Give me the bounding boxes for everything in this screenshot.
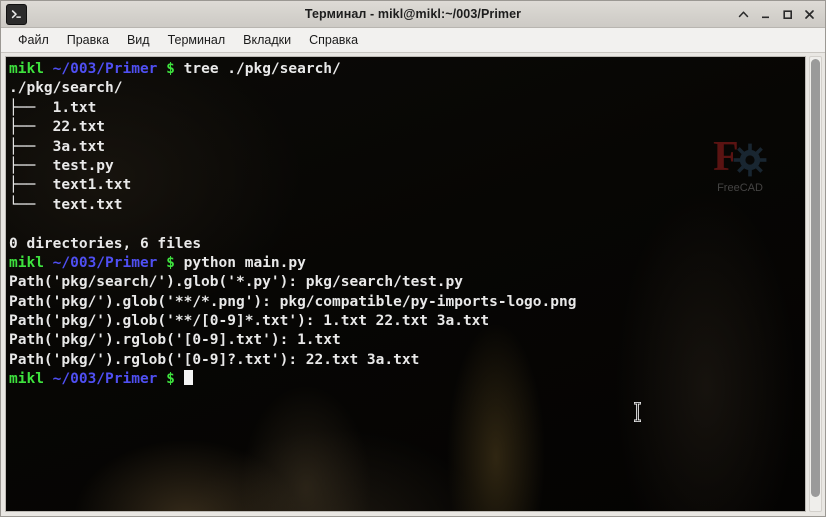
terminal-icon bbox=[6, 3, 27, 25]
prompt-symbol: $ bbox=[166, 61, 175, 77]
terminal-output-line: ├── 3a.txt bbox=[9, 138, 106, 155]
menu-item-help[interactable]: Справка bbox=[300, 31, 367, 49]
minimize-button[interactable] bbox=[755, 4, 775, 24]
menu-item-terminal[interactable]: Терминал bbox=[159, 31, 235, 49]
menu-item-tabs[interactable]: Вкладки bbox=[234, 31, 300, 49]
terminal-output-line: └── text.txt bbox=[9, 196, 123, 213]
menu-item-view[interactable]: Вид bbox=[118, 31, 159, 49]
text-ibeam-cursor bbox=[634, 402, 641, 422]
terminal-output-line: ├── text1.txt bbox=[9, 177, 132, 194]
terminal-output-line: Path('pkg/').glob('**/*.png'): pkg/compa… bbox=[9, 293, 577, 310]
prompt-path: ~/003/Primer bbox=[52, 61, 158, 77]
terminal-output-line: ./pkg/search/ bbox=[9, 80, 123, 97]
terminal-prompt-line: mikl ~/003/Primer $ tree ./pkg/search/ bbox=[9, 60, 805, 79]
scrollbar-thumb[interactable] bbox=[811, 59, 820, 498]
prompt-symbol: $ bbox=[166, 254, 175, 271]
prompt-user: mikl bbox=[9, 371, 44, 388]
terminal-command: python main.py bbox=[183, 254, 306, 271]
terminal-output-line: 0 directories, 6 files bbox=[9, 235, 202, 252]
prompt-path: ~/003/Primer bbox=[52, 371, 158, 388]
maximize-button[interactable] bbox=[777, 4, 797, 24]
terminal-output-line: ├── 1.txt bbox=[9, 99, 97, 116]
terminal-output-line: Path('pkg/search/').glob('*.py'): pkg/se… bbox=[9, 274, 463, 291]
terminal-output-line: Path('pkg/').rglob('[0-9].txt'): 1.txt bbox=[9, 332, 341, 349]
window-title: Терминал - mikl@mikl:~/003/Primer bbox=[304, 7, 522, 21]
terminal-output[interactable]: mikl ~/003/Primer $ tree ./pkg/search/./… bbox=[6, 57, 805, 390]
window-controls bbox=[733, 4, 825, 24]
terminal-output-line: Path('pkg/').glob('**/[0-9]*.txt'): 1.tx… bbox=[9, 313, 490, 330]
menu-bar: Файл Правка Вид Терминал Вкладки Справка bbox=[1, 28, 825, 53]
terminal-window: Терминал - mikl@mikl:~/003/Primer Файл П… bbox=[0, 0, 826, 517]
title-bar[interactable]: Терминал - mikl@mikl:~/003/Primer bbox=[1, 1, 825, 28]
terminal-output-line: ├── test.py bbox=[9, 157, 114, 174]
terminal-cursor bbox=[183, 370, 193, 386]
prompt-path: ~/003/Primer bbox=[52, 254, 158, 271]
terminal-output-line: ├── 22.txt bbox=[9, 119, 106, 136]
close-button[interactable] bbox=[799, 4, 819, 24]
prompt-symbol: $ bbox=[166, 371, 175, 388]
terminal-frame: F FreeCAD mikl ~/003/Primer $ tree ./pkg… bbox=[1, 53, 825, 516]
terminal-screen[interactable]: F FreeCAD mikl ~/003/Primer $ tree ./pkg… bbox=[5, 56, 806, 512]
menu-item-file[interactable]: Файл bbox=[9, 31, 58, 49]
prompt-user: mikl bbox=[9, 254, 44, 271]
shade-button[interactable] bbox=[733, 4, 753, 24]
terminal-prompt-line: mikl ~/003/Primer $ python main.py bbox=[9, 254, 805, 273]
menu-item-edit[interactable]: Правка bbox=[58, 31, 118, 49]
terminal-command: tree ./pkg/search/ bbox=[183, 61, 341, 77]
prompt-user: mikl bbox=[9, 61, 44, 77]
terminal-prompt-line: mikl ~/003/Primer $ bbox=[9, 370, 805, 389]
terminal-scrollbar[interactable] bbox=[809, 56, 822, 512]
terminal-output-line: Path('pkg/').rglob('[0-9]?.txt'): 22.txt… bbox=[9, 351, 420, 368]
